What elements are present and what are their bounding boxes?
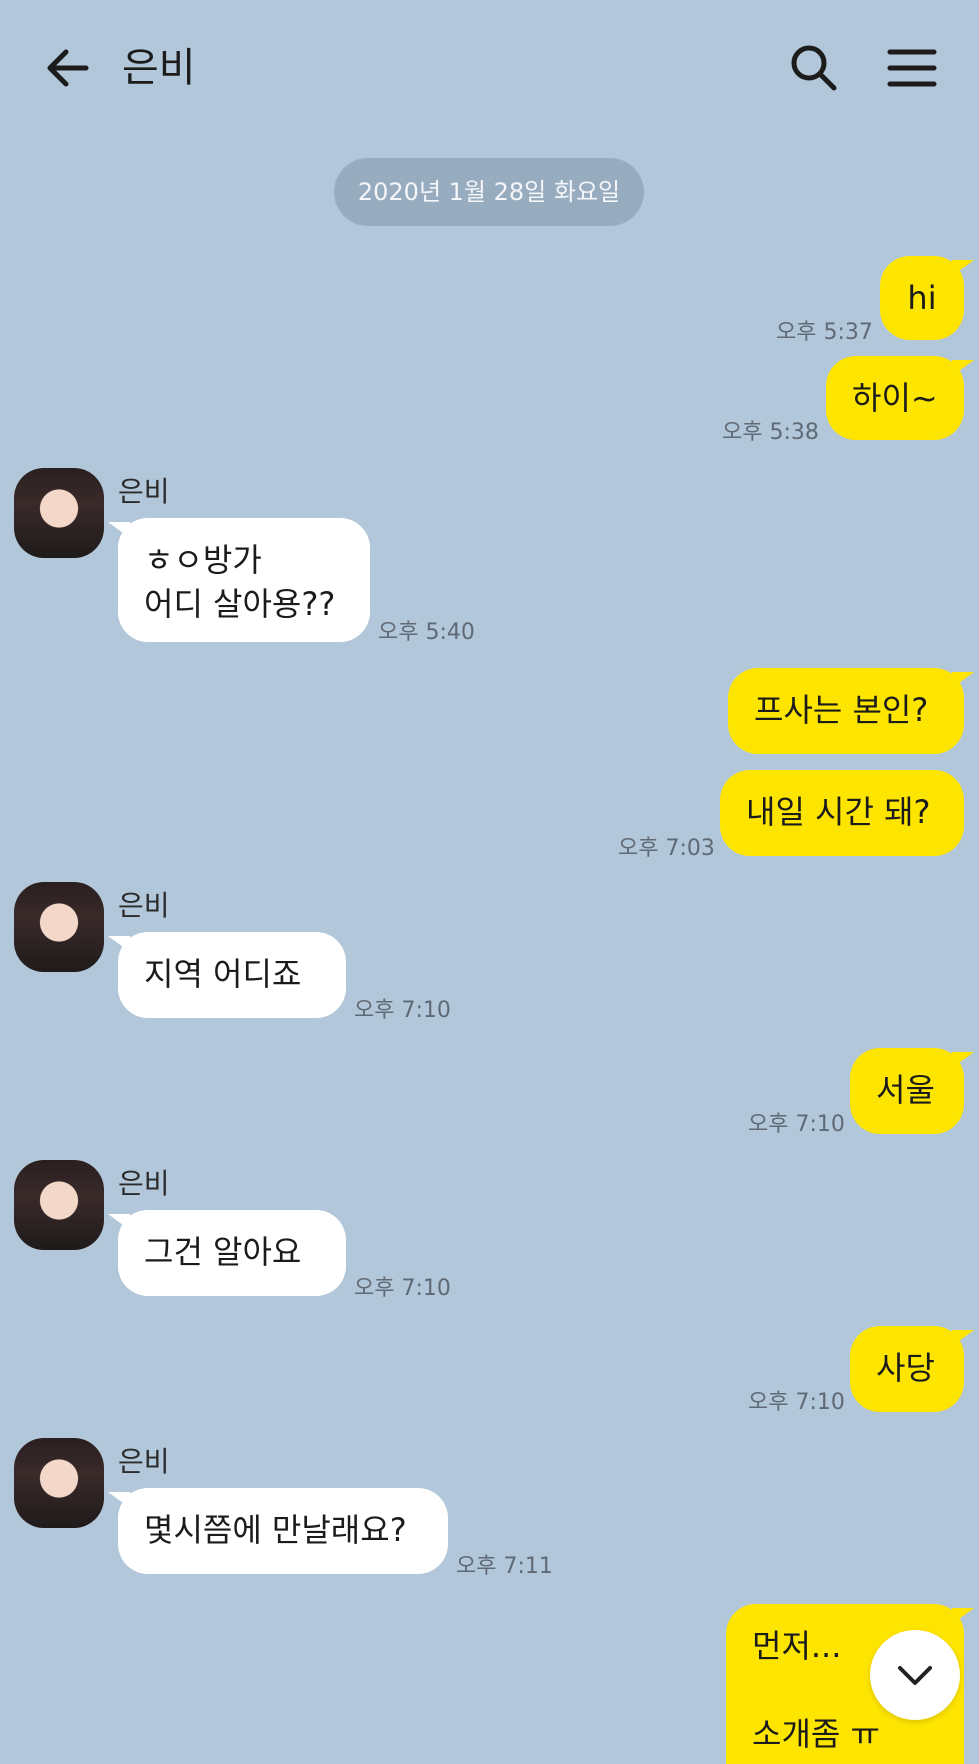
other-message-bubble[interactable]: 몇시쯤에 만날래요? — [118, 1488, 448, 1574]
my-message-bubble[interactable]: 하이~ — [826, 356, 964, 440]
other-message-bubble[interactable]: ㅎㅇ방가 어디 살아용?? — [118, 518, 370, 642]
message-time: 오후 7:10 — [354, 1276, 451, 1301]
sender-name: 은비 — [118, 1167, 170, 1200]
search-icon — [791, 45, 837, 91]
my-message-bubble[interactable]: hi — [880, 256, 964, 340]
hamburger-menu-icon — [887, 49, 937, 87]
message-time: 오후 5:40 — [378, 620, 475, 645]
other-message-bubble[interactable]: 지역 어디죠 — [118, 932, 346, 1018]
chat-title: 은비 — [122, 45, 196, 91]
date-divider: 2020년 1월 28일 화요일 — [334, 158, 644, 226]
chevron-down-icon — [898, 1666, 932, 1685]
message-time: 오후 5:37 — [776, 320, 873, 345]
avatar[interactable] — [14, 882, 104, 972]
message-time: 오후 7:11 — [456, 1554, 553, 1579]
avatar[interactable] — [14, 1160, 104, 1250]
menu-button[interactable] — [884, 40, 940, 96]
message-time: 오후 7:10 — [354, 998, 451, 1023]
message-time: 오후 7:10 — [748, 1390, 845, 1415]
scroll-to-bottom-button[interactable] — [870, 1630, 960, 1720]
my-message-bubble[interactable]: 내일 시간 돼? — [720, 770, 964, 856]
my-message-bubble[interactable]: 서울 — [850, 1048, 964, 1134]
message-time: 오후 7:10 — [748, 1112, 845, 1137]
arrow-left-icon — [47, 49, 89, 87]
avatar[interactable] — [14, 468, 104, 558]
avatar[interactable] — [14, 1438, 104, 1528]
my-message-bubble[interactable]: 프사는 본인? — [728, 668, 964, 754]
chat-header: 은비 — [0, 0, 979, 130]
back-button[interactable] — [40, 40, 96, 96]
message-time: 오후 5:38 — [722, 420, 819, 445]
sender-name: 은비 — [118, 889, 170, 922]
sender-name: 은비 — [118, 1445, 170, 1478]
my-message-bubble[interactable]: 사당 — [850, 1326, 964, 1412]
search-button[interactable] — [786, 40, 842, 96]
other-message-bubble[interactable]: 그건 알아요 — [118, 1210, 346, 1296]
message-time: 오후 7:03 — [618, 836, 715, 861]
sender-name: 은비 — [118, 475, 170, 508]
